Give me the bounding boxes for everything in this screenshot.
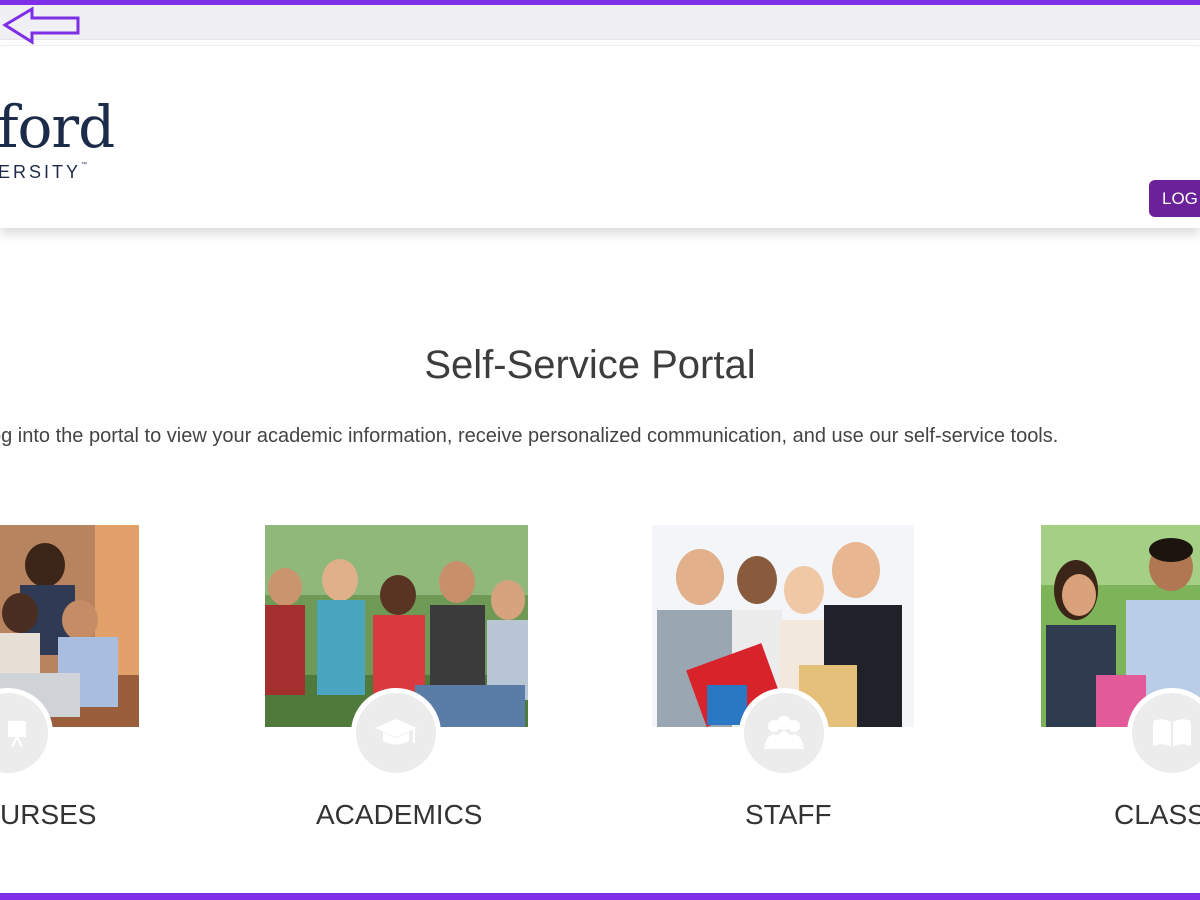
academics-circle[interactable] (351, 688, 441, 778)
class-label[interactable]: CLASS (1114, 799, 1200, 831)
staff-circle[interactable] (739, 688, 829, 778)
academics-label[interactable]: ACADEMICS (316, 799, 482, 831)
book-icon (1153, 719, 1191, 747)
logo-trademark: ™ (81, 162, 88, 168)
logo-subtitle-text: ERSITY (0, 162, 82, 182)
top-toolbar (0, 5, 1200, 45)
login-button[interactable]: LOG (1149, 180, 1200, 217)
people-icon (764, 716, 804, 749)
staff-label[interactable]: STAFF (745, 799, 832, 831)
graduation-cap-icon (375, 719, 417, 745)
browser-frame: ford ERSITY™ LOG Self-Service Portal og … (0, 0, 1200, 900)
page-description: og into the portal to view your academic… (0, 425, 1059, 447)
back-arrow-icon[interactable] (2, 6, 82, 46)
logo-subtitle: ERSITY™ (0, 162, 87, 183)
courses-label[interactable]: URSES (0, 799, 96, 831)
logo-wordmark[interactable]: ford (0, 98, 115, 156)
presentation-icon (8, 721, 26, 748)
class-circle[interactable] (1127, 688, 1200, 778)
page-title: Self-Service Portal (424, 343, 756, 387)
site-header: ford ERSITY™ LOG (0, 45, 1200, 228)
